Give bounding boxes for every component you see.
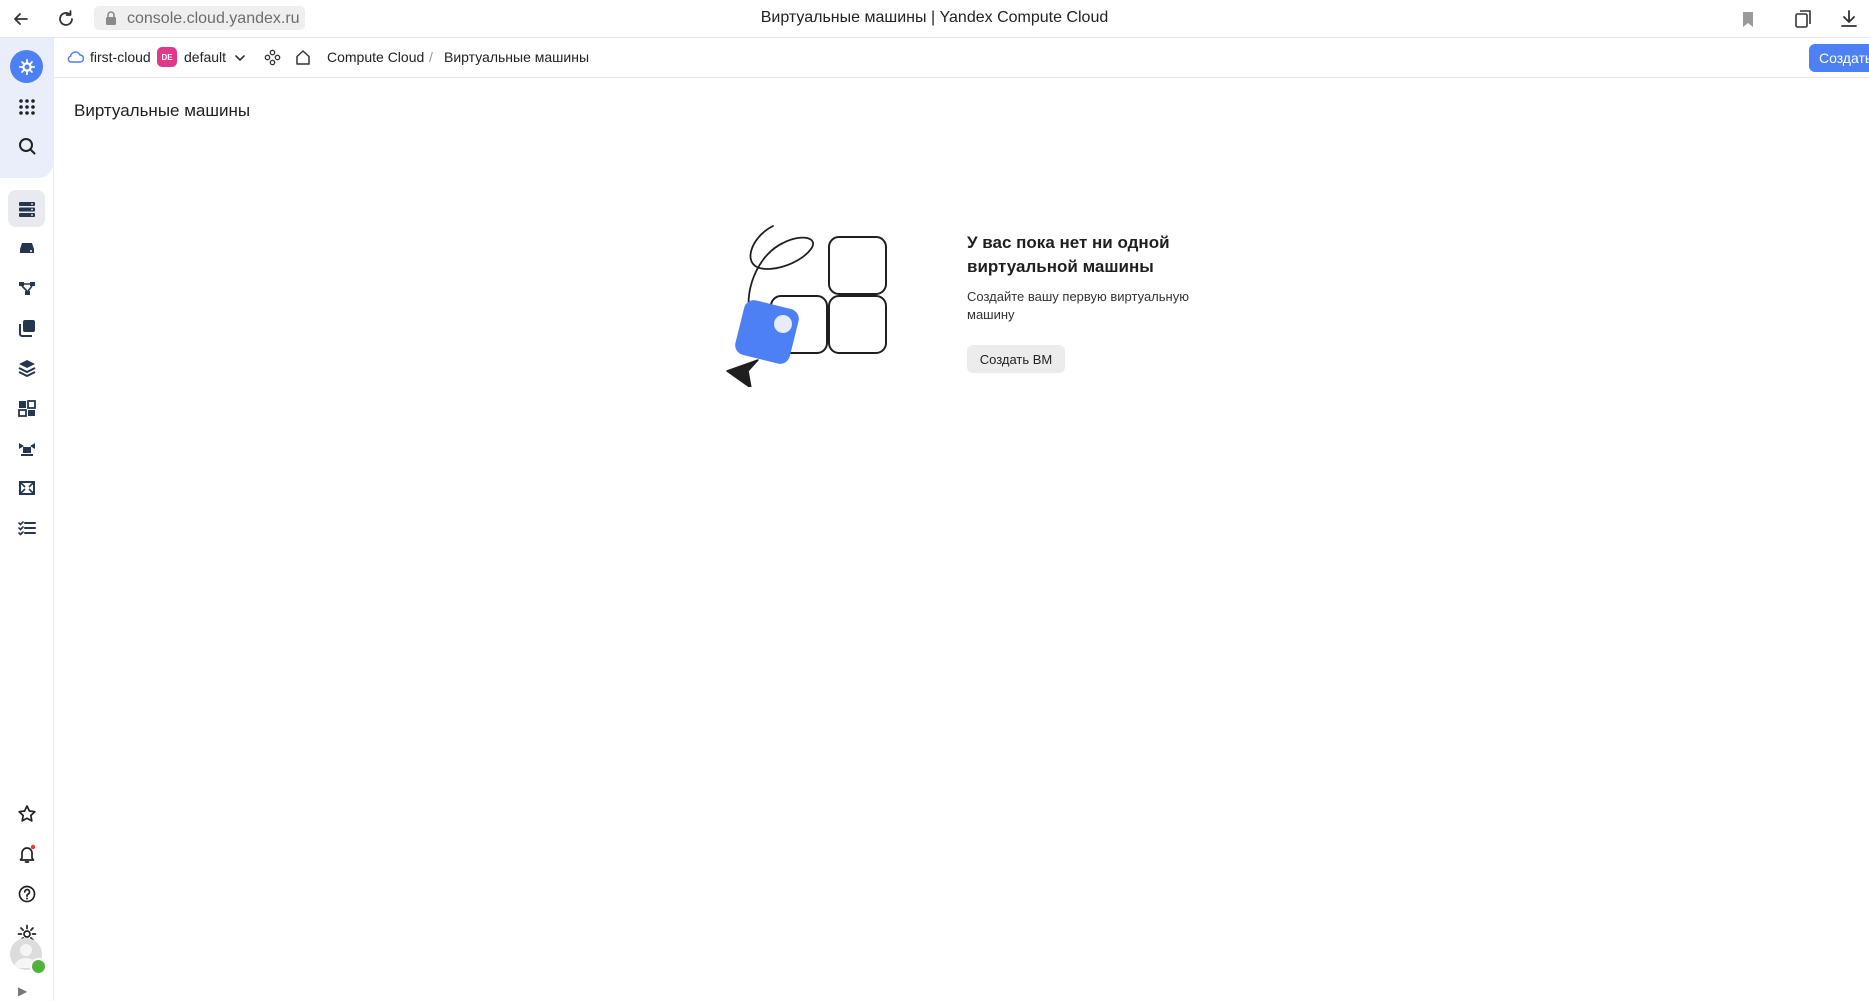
window-title: Виртуальные машины | Yandex Compute Clou… xyxy=(760,9,1109,26)
app-header: first-cloud DE default Compute Cloud / В… xyxy=(54,38,1869,78)
expand-rail-icon[interactable]: ▶ xyxy=(18,984,27,998)
create-vm-button[interactable]: Создать ВМ xyxy=(1809,44,1869,72)
search-icon[interactable] xyxy=(8,127,45,164)
breadcrumb-separator: / xyxy=(429,49,433,65)
cloud-icon xyxy=(67,51,84,63)
operations-icon[interactable] xyxy=(8,509,45,546)
collections-icon[interactable] xyxy=(1792,8,1814,30)
notifications-bell-icon[interactable] xyxy=(8,835,45,872)
services-icon[interactable] xyxy=(264,49,281,66)
breadcrumb-service[interactable]: Compute Cloud xyxy=(327,49,424,65)
instance-groups-icon[interactable] xyxy=(8,389,45,426)
home-icon[interactable] xyxy=(294,48,312,66)
chevron-down-icon[interactable] xyxy=(233,51,247,65)
gpu-clusters-icon[interactable] xyxy=(8,429,45,466)
breadcrumb-current: Виртуальные машины xyxy=(444,49,590,65)
snapshots-icon[interactable] xyxy=(8,309,45,346)
empty-state-subtitle: Создайте вашу первую виртуальную машину xyxy=(967,289,1189,322)
cloud-selector[interactable]: first-cloud xyxy=(90,49,151,65)
page-title: Виртуальные машины xyxy=(74,101,251,120)
virtual-machines-icon[interactable] xyxy=(8,190,45,227)
bookmark-icon[interactable] xyxy=(1737,8,1759,30)
placement-groups-icon[interactable] xyxy=(8,269,45,306)
empty-state-illustration xyxy=(726,225,887,387)
avatar-status-badge xyxy=(30,958,47,975)
images-icon[interactable] xyxy=(8,349,45,386)
folder-badge: DE xyxy=(157,47,177,67)
empty-state-title: У вас пока нет ни одной виртуальной маши… xyxy=(967,233,1170,276)
file-storage-icon[interactable] xyxy=(8,469,45,506)
disks-icon[interactable] xyxy=(8,229,45,266)
folder-selector[interactable]: default xyxy=(184,49,226,65)
left-navigation-rail: ▶ xyxy=(0,38,54,1001)
browser-toolbar: console.cloud.yandex.ru Виртуальные маши… xyxy=(0,0,1869,38)
empty-state-create-button[interactable]: Создать ВМ xyxy=(967,345,1065,373)
apps-grid-icon[interactable] xyxy=(8,88,45,125)
download-icon[interactable] xyxy=(1838,8,1860,30)
favorites-star-icon[interactable] xyxy=(8,795,45,832)
brand-icon[interactable] xyxy=(10,50,43,83)
help-icon[interactable] xyxy=(8,875,45,912)
